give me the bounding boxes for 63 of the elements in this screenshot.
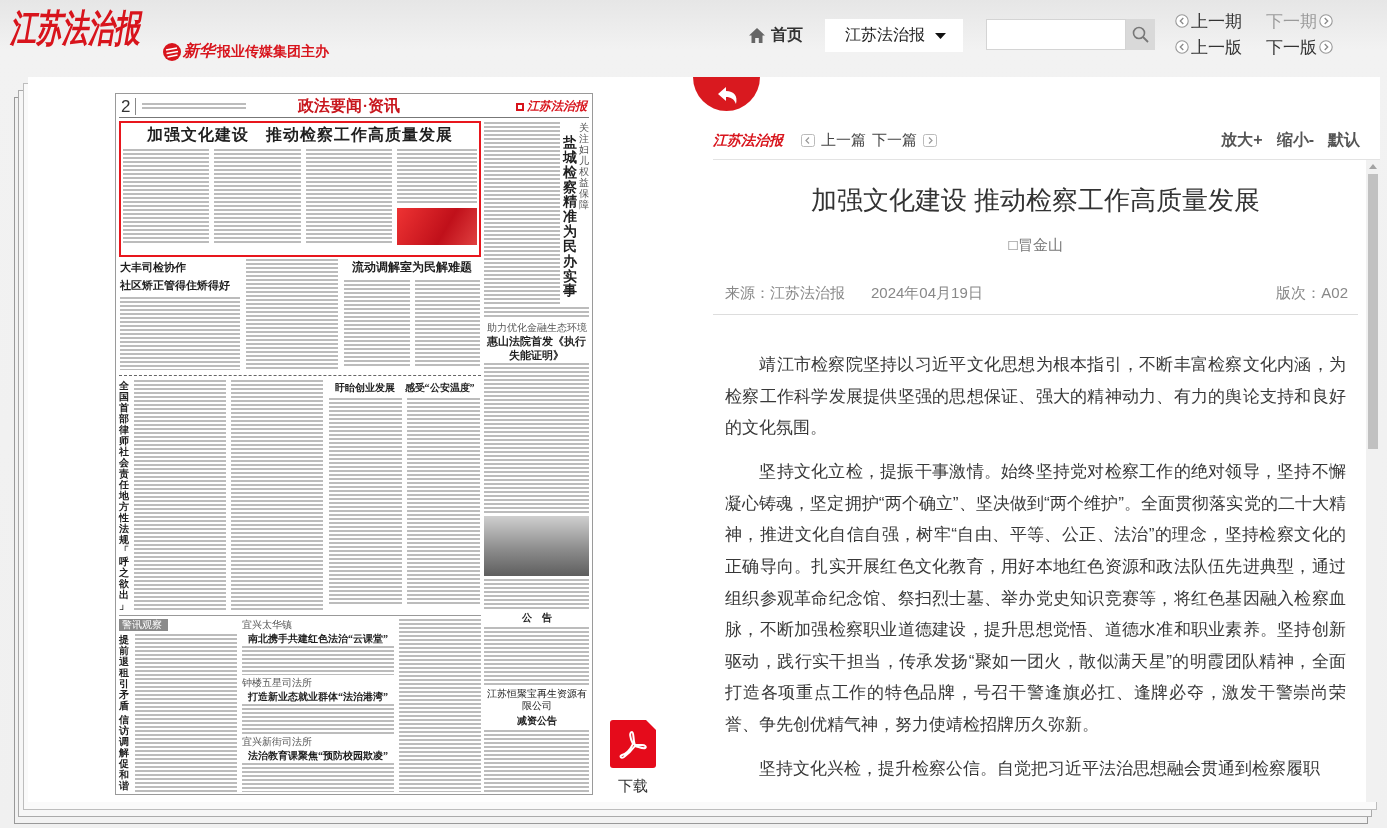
kicker: 助力优化金融生态环境 — [485, 322, 588, 334]
article-title: 加强文化建设 推动检察工作高质量发展 — [809, 184, 1262, 217]
previous-link[interactable]: 上一版 — [1175, 34, 1242, 60]
previous-link[interactable]: 上一期 — [1175, 8, 1242, 34]
circle-chevron-right-icon — [1319, 14, 1333, 28]
download-button[interactable]: 下载 — [610, 720, 656, 796]
vertical-headline[interactable]: 全国首部律师社会责任地方性法规「呼之欲出」 — [119, 380, 129, 611]
column-tag: 警讯观察 — [119, 619, 168, 631]
article-source: 来源：江苏法治报 — [725, 284, 845, 303]
search-button[interactable] — [1126, 19, 1155, 50]
vertical-headline[interactable]: 提前退租引矛盾 — [119, 634, 129, 711]
notice-title: 公 告 — [520, 612, 553, 625]
page-number: 2 — [121, 98, 137, 115]
circle-chevron-right-icon — [1319, 40, 1333, 54]
logo-emblem-icon — [163, 42, 181, 61]
caret-down-icon — [935, 32, 946, 39]
kicker: 宜兴新街司法所 — [242, 735, 313, 748]
chevron-right-icon — [923, 134, 937, 147]
newspaper-dropdown[interactable]: 江苏法治报 — [825, 19, 963, 52]
pdf-file-icon — [610, 720, 656, 768]
home-link[interactable]: 首页 — [745, 19, 803, 52]
previous-article-link[interactable]: 上一篇 — [821, 131, 866, 150]
newspaper-logo: 江苏法治报 — [713, 131, 783, 150]
headline[interactable]: 法治教育课聚焦“预防校园欺凌” — [242, 748, 394, 762]
section-title: 政法要闻·资讯 — [298, 96, 400, 116]
scroll-up-icon — [1369, 164, 1377, 169]
kicker: 宜兴太华镇 — [242, 619, 293, 631]
kicker: 钟楼五星司法所 — [242, 677, 313, 690]
next-article-link[interactable]: 下一篇 — [872, 131, 917, 150]
zoom-out-button[interactable]: 缩小- — [1276, 130, 1314, 151]
logo-mark-icon — [516, 102, 524, 111]
circle-chevron-left-icon — [1175, 14, 1189, 28]
headline[interactable]: 加强文化建设 推动检察工作高质量发展 — [123, 125, 477, 146]
headline[interactable]: 打造新业态就业群体“法治港湾” — [242, 690, 394, 704]
headline[interactable]: 盱眙创业发展 感受“公安温度” — [329, 381, 480, 394]
headline[interactable]: 南北携手共建红色法治“云课堂” — [242, 632, 394, 645]
vertical-headline[interactable]: 信访调解促和谐 — [119, 714, 129, 791]
article-date: 2024年04月19日 — [871, 284, 983, 303]
headline[interactable]: 大丰司检协作 — [120, 260, 240, 275]
article-paragraph: 靖江市检察院坚持以习近平文化思想为根本指引，不断丰富检察文化内涵，为检察工作科学发展提供坚强的思想保证、强大的精神动力、有力的舆论支持和良好的文化氛围。 — [725, 353, 1346, 440]
vertical-headline[interactable]: 盐城检察精准为民办实事 — [562, 136, 576, 300]
article-paragraph: 坚持文化兴检，提升检察公信。自觉把习近平法治思想融会贯通到检察履职 — [758, 757, 1322, 781]
chevron-left-icon — [801, 134, 815, 147]
zoom-in-button[interactable]: 放大+ — [1221, 130, 1263, 151]
scrollbar-thumb[interactable] — [1368, 174, 1378, 449]
notice-title: 江苏恒聚宝再生资源有限公司 — [485, 688, 588, 713]
vertical-kicker: 关注妇儿权益保障 — [579, 122, 589, 210]
reset-zoom-button[interactable]: 默认 — [1328, 130, 1360, 151]
masthead-logo: 江苏法治报 — [527, 98, 587, 115]
article-byline: □冒金山 — [1007, 235, 1064, 255]
headline[interactable]: 流动调解室为民解难题 — [344, 260, 480, 276]
selection-frame[interactable]: 加强文化建设 推动检察工作高质量发展 — [119, 121, 481, 257]
next-link[interactable]: 下一版 — [1266, 34, 1333, 60]
circle-chevron-left-icon — [1175, 40, 1189, 54]
headline[interactable]: 社区矫正管得住矫得好 — [120, 278, 240, 293]
home-icon — [749, 28, 765, 43]
article-edition: 版次：A02 — [1276, 284, 1348, 303]
search-field[interactable] — [986, 19, 1126, 50]
search-icon — [1132, 26, 1149, 43]
article-paragraph: 坚持文化立检，提振干事激情。始终坚持党对检察工作的绝对领导，坚持不懈凝心铸魂，坚定拥护“两个确立”、坚决做到“两个维护”。全面贯彻落实党的二十大精神，推进文化自信自强，树牢“自由、平等、公正、法治”的理念，坚持检察文化的正确导向。扎实开展红色文化教育，用好本地红色资源和政法队伍先进典型，通过组织参观革命纪念馆、祭扫烈士墓、举办党史知识竞赛等，将红色基因融入检察血脉，不断加强检察职业道德建设，提升思想觉悟、道德水准和职业素养。坚持创新驱动，践行实干担当，传承发扬“聚如一团火，散似满天星”的明霞团队精神，全面打造各项重点工作的特色品牌，号召干警逢旗必扛、逢牌必夺，激发干警崇尚荣誉、争先创优精气神，努力使靖检招牌历久弥新。 — [725, 460, 1346, 737]
notice-subtitle: 减资公告 — [515, 715, 558, 728]
publisher-name: 报业传媒集团主办 — [217, 43, 329, 61]
headline[interactable]: 惠山法院首发《执行失能证明》 — [484, 335, 589, 363]
